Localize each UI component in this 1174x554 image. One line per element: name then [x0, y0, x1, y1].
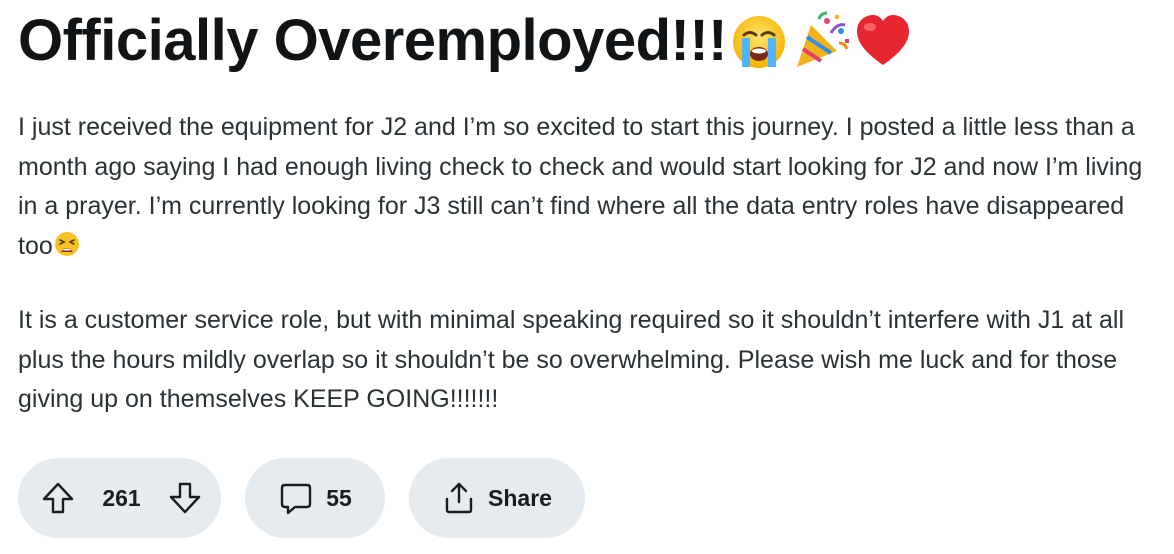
comments-button[interactable]: 55	[245, 458, 385, 538]
downvote-arrow-icon	[169, 482, 201, 514]
party-popper-icon	[791, 11, 851, 71]
share-label: Share	[488, 484, 552, 511]
post-title-row: Officially Overemployed!!!	[18, 6, 913, 76]
upvote-arrow-icon	[42, 482, 74, 514]
post-paragraph-text: I just received the equipment for J2 and…	[18, 113, 1143, 260]
share-button[interactable]: Share	[409, 458, 585, 538]
weary-face-icon	[54, 231, 80, 257]
downvote-button[interactable]	[167, 480, 203, 516]
upvote-button[interactable]	[40, 480, 76, 516]
comment-bubble-icon	[281, 483, 312, 515]
vote-count: 261	[102, 484, 141, 511]
comment-count: 55	[326, 484, 352, 511]
loudly-crying-face-icon	[729, 11, 789, 71]
vote-control: 261	[18, 458, 221, 538]
share-upload-icon	[445, 482, 473, 514]
post-title: Officially Overemployed!!!	[18, 8, 727, 73]
post-container: Officially Overemployed!!! I just receiv…	[0, 0, 1174, 554]
post-action-bar: 261 55 Share	[18, 458, 609, 538]
post-paragraph: It is a customer service role, but with …	[18, 306, 1125, 413]
post-paragraph: I just received the equipment for J2 and…	[18, 108, 1158, 266]
red-heart-icon	[853, 11, 913, 71]
post-body: I just received the equipment for J2 and…	[18, 108, 1158, 455]
